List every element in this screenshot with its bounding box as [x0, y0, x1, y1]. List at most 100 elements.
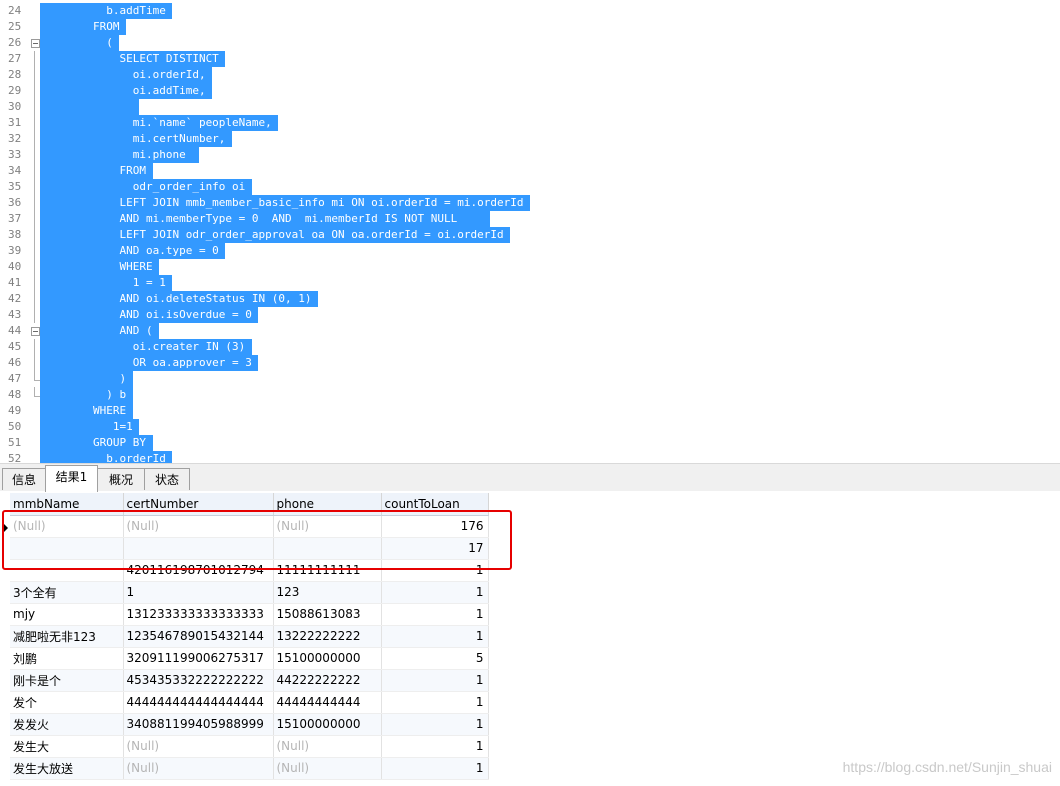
- cell-phone[interactable]: (Null): [273, 735, 382, 758]
- code-line[interactable]: 47 ): [0, 371, 1060, 387]
- cell-phone[interactable]: 11111111111: [273, 559, 382, 582]
- fold-toggle-icon[interactable]: [31, 39, 40, 48]
- table-row[interactable]: 刘鹏 320911199006275317 15100000000 5: [10, 647, 489, 670]
- code-line[interactable]: 37 AND mi.memberType = 0 AND mi.memberId…: [0, 211, 1060, 227]
- table-row[interactable]: 17: [10, 537, 489, 560]
- cell-mmbname[interactable]: 发个: [10, 691, 124, 714]
- code-line[interactable]: 29 oi.addTime,: [0, 83, 1060, 99]
- tab-result1[interactable]: 结果1: [45, 465, 98, 492]
- cell-phone[interactable]: 44222222222: [273, 669, 382, 692]
- column-header-mmbname[interactable]: mmbName: [10, 493, 124, 516]
- cell-phone[interactable]: 15088613083: [273, 603, 382, 626]
- cell-phone[interactable]: 123: [273, 581, 382, 604]
- code-line[interactable]: 30: [0, 99, 1060, 115]
- cell-counttoloan[interactable]: 17: [381, 537, 489, 560]
- cell-counttoloan[interactable]: 1: [381, 581, 489, 604]
- cell-mmbname[interactable]: mjy: [10, 603, 124, 626]
- cell-counttoloan[interactable]: 1: [381, 559, 489, 582]
- code-line[interactable]: 41 1 = 1: [0, 275, 1060, 291]
- code-line[interactable]: 31 mi.`name` peopleName,: [0, 115, 1060, 131]
- cell-certnumber[interactable]: 1: [123, 581, 274, 604]
- code-line[interactable]: 33 mi.phone: [0, 147, 1060, 163]
- table-row[interactable]: 发生大放送 (Null) (Null) 1: [10, 757, 489, 780]
- table-row[interactable]: 减肥啦无非123 123546789015432144 13222222222 1: [10, 625, 489, 648]
- code-line[interactable]: 51 GROUP BY: [0, 435, 1060, 451]
- column-header-counttoloan[interactable]: countToLoan: [381, 493, 489, 516]
- code-line[interactable]: 45 oi.creater IN (3): [0, 339, 1060, 355]
- tab-info[interactable]: 信息: [2, 468, 46, 490]
- cell-certnumber[interactable]: (Null): [123, 757, 274, 780]
- result-grid[interactable]: mmbName certNumber phone countToLoan (Nu…: [0, 491, 1060, 786]
- code-line[interactable]: 39 AND oa.type = 0: [0, 243, 1060, 259]
- cell-phone[interactable]: 13222222222: [273, 625, 382, 648]
- cell-mmbname[interactable]: 刘鹏: [10, 647, 124, 670]
- code-line[interactable]: 40 WHERE: [0, 259, 1060, 275]
- table-row[interactable]: 刚卡是个 453435332222222222 44222222222 1: [10, 669, 489, 692]
- cell-certnumber[interactable]: (Null): [123, 515, 274, 538]
- code-line[interactable]: 27 SELECT DISTINCT: [0, 51, 1060, 67]
- cell-certnumber[interactable]: 123546789015432144: [123, 625, 274, 648]
- cell-counttoloan[interactable]: 5: [381, 647, 489, 670]
- cell-counttoloan[interactable]: 176: [381, 515, 489, 538]
- cell-counttoloan[interactable]: 1: [381, 735, 489, 758]
- code-line[interactable]: 44 AND (: [0, 323, 1060, 339]
- code-line[interactable]: 38 LEFT JOIN odr_order_approval oa ON oa…: [0, 227, 1060, 243]
- cell-mmbname[interactable]: (Null): [10, 515, 124, 538]
- cell-counttoloan[interactable]: 1: [381, 757, 489, 780]
- cell-phone[interactable]: (Null): [273, 515, 382, 538]
- cell-phone[interactable]: (Null): [273, 757, 382, 780]
- cell-mmbname[interactable]: 3个全有: [10, 581, 124, 604]
- cell-phone[interactable]: 44444444444: [273, 691, 382, 714]
- fold-toggle-icon[interactable]: [31, 327, 40, 336]
- cell-certnumber[interactable]: 131233333333333333: [123, 603, 274, 626]
- tab-status[interactable]: 状态: [144, 468, 190, 490]
- code-line[interactable]: 35 odr_order_info oi: [0, 179, 1060, 195]
- cell-mmbname[interactable]: [10, 559, 124, 582]
- code-line[interactable]: 43 AND oi.isOverdue = 0: [0, 307, 1060, 323]
- code-line[interactable]: 24 b.addTime: [0, 3, 1060, 19]
- code-line[interactable]: 25 FROM: [0, 19, 1060, 35]
- cell-certnumber[interactable]: [123, 537, 274, 560]
- cell-mmbname[interactable]: 发生大: [10, 735, 124, 758]
- cell-phone[interactable]: 15100000000: [273, 647, 382, 670]
- cell-mmbname[interactable]: [10, 537, 124, 560]
- column-header-certnumber[interactable]: certNumber: [123, 493, 274, 516]
- table-row[interactable]: 发生大 (Null) (Null) 1: [10, 735, 489, 758]
- cell-counttoloan[interactable]: 1: [381, 691, 489, 714]
- column-header-phone[interactable]: phone: [273, 493, 382, 516]
- code-line[interactable]: 48 ) b: [0, 387, 1060, 403]
- cell-certnumber[interactable]: 453435332222222222: [123, 669, 274, 692]
- cell-counttoloan[interactable]: 1: [381, 713, 489, 736]
- table-row[interactable]: (Null) (Null) (Null) 176: [10, 515, 489, 538]
- cell-certnumber[interactable]: 444444444444444444: [123, 691, 274, 714]
- table-row[interactable]: mjy 131233333333333333 15088613083 1: [10, 603, 489, 626]
- cell-certnumber[interactable]: 340881199405988999: [123, 713, 274, 736]
- cell-certnumber[interactable]: 320911199006275317: [123, 647, 274, 670]
- code-line[interactable]: 28 oi.orderId,: [0, 67, 1060, 83]
- code-line[interactable]: 26 (: [0, 35, 1060, 51]
- cell-phone[interactable]: [273, 537, 382, 560]
- cell-mmbname[interactable]: 刚卡是个: [10, 669, 124, 692]
- sql-editor[interactable]: 24 b.addTime 25 FROM 26 ( 27 SELECT DIST…: [0, 0, 1060, 463]
- table-row[interactable]: 3个全有 1 123 1: [10, 581, 489, 604]
- cell-mmbname[interactable]: 减肥啦无非123: [10, 625, 124, 648]
- cell-counttoloan[interactable]: 1: [381, 669, 489, 692]
- code-line[interactable]: 36 LEFT JOIN mmb_member_basic_info mi ON…: [0, 195, 1060, 211]
- code-line[interactable]: 49 WHERE: [0, 403, 1060, 419]
- code-line[interactable]: 50 1=1: [0, 419, 1060, 435]
- cell-mmbname[interactable]: 发生大放送: [10, 757, 124, 780]
- code-line[interactable]: 34 FROM: [0, 163, 1060, 179]
- code-line[interactable]: 52 b.orderId: [0, 451, 1060, 463]
- tab-profile[interactable]: 概况: [97, 468, 145, 490]
- cell-counttoloan[interactable]: 1: [381, 603, 489, 626]
- cell-counttoloan[interactable]: 1: [381, 625, 489, 648]
- table-row[interactable]: 发发火 340881199405988999 15100000000 1: [10, 713, 489, 736]
- table-row[interactable]: 发个 444444444444444444 44444444444 1: [10, 691, 489, 714]
- code-line[interactable]: 32 mi.certNumber,: [0, 131, 1060, 147]
- cell-certnumber[interactable]: (Null): [123, 735, 274, 758]
- code-line[interactable]: 46 OR oa.approver = 3: [0, 355, 1060, 371]
- code-line[interactable]: 42 AND oi.deleteStatus IN (0, 1): [0, 291, 1060, 307]
- cell-phone[interactable]: 15100000000: [273, 713, 382, 736]
- table-row[interactable]: 420116198701012794 11111111111 1: [10, 559, 489, 582]
- cell-certnumber[interactable]: 420116198701012794: [123, 559, 274, 582]
